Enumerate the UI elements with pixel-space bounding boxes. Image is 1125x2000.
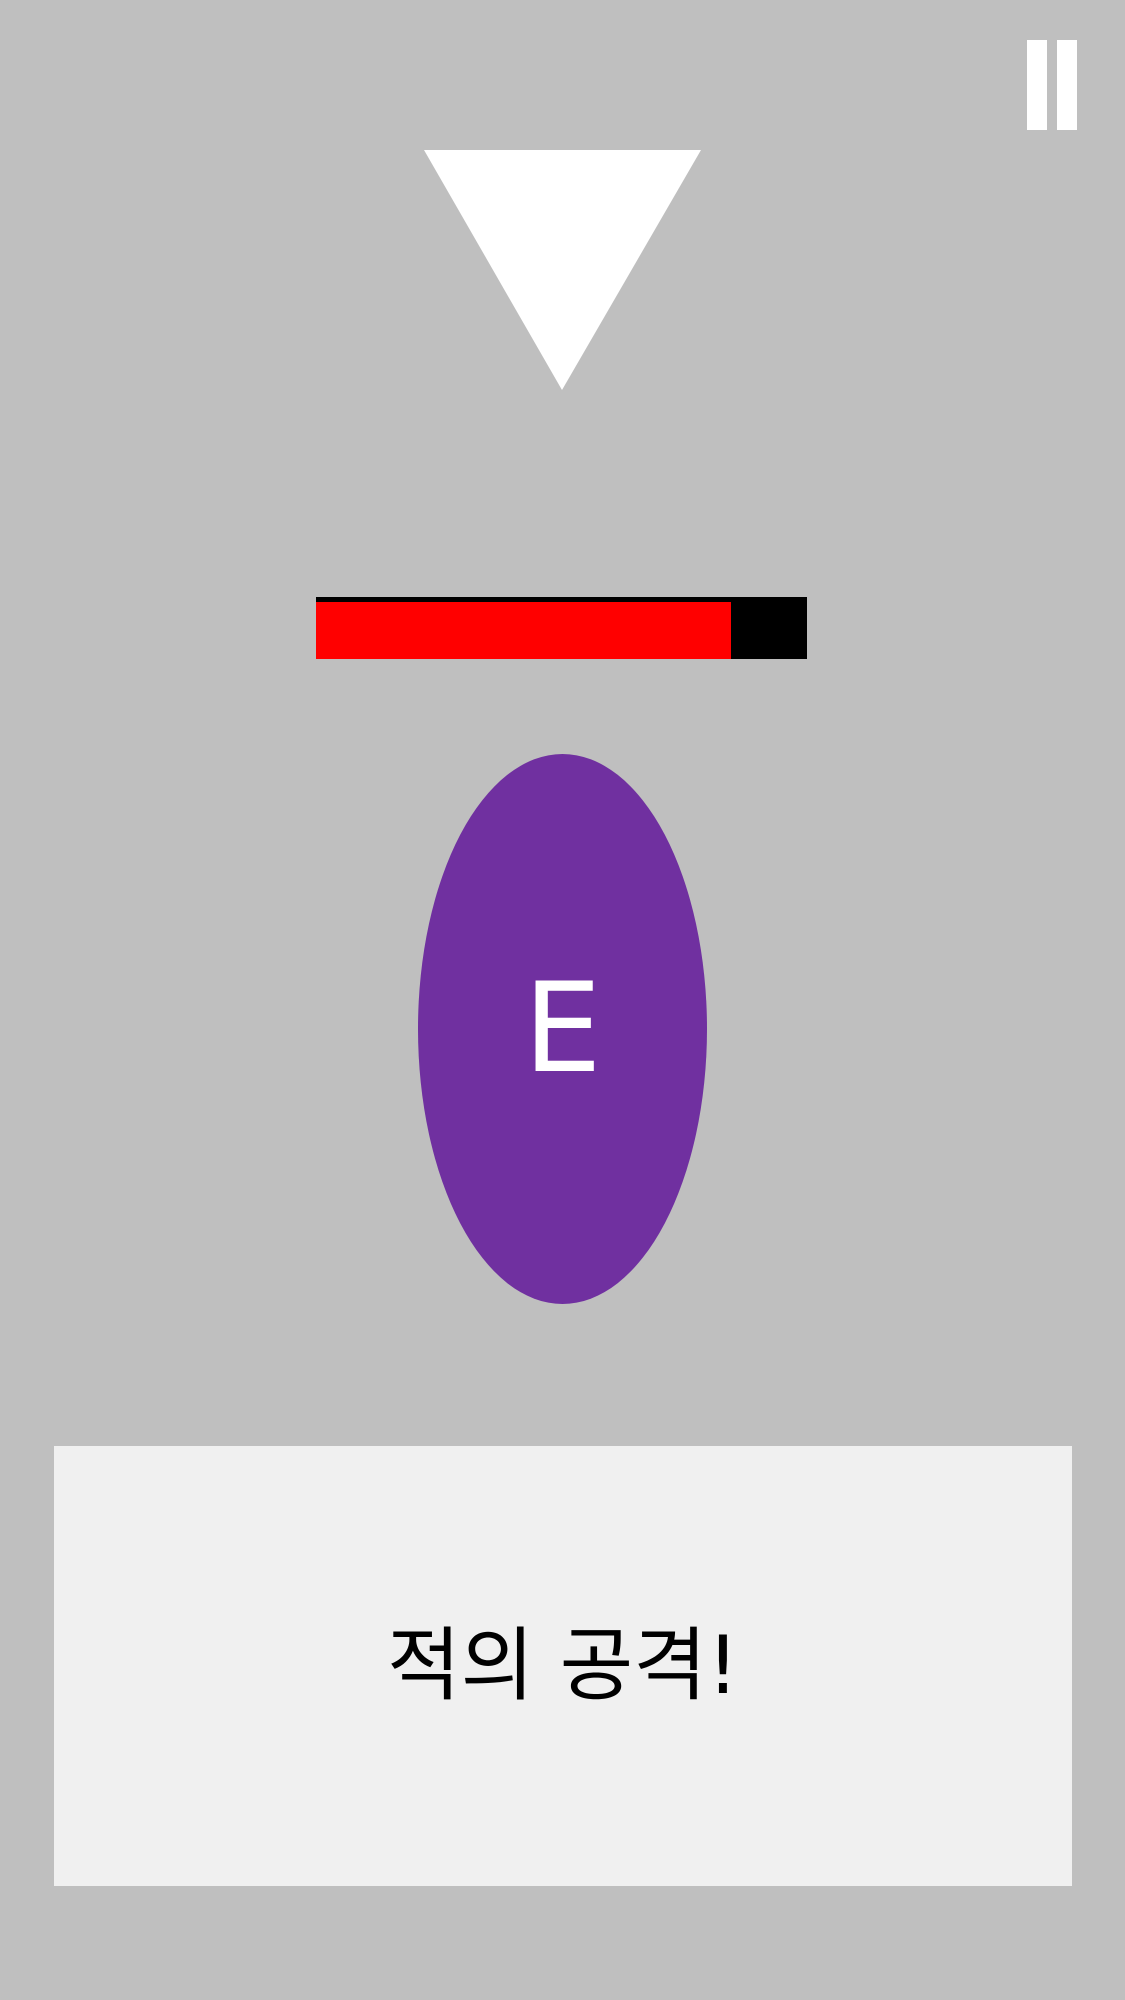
- enemy[interactable]: E: [418, 754, 707, 1304]
- enemy-hp-bar: [316, 597, 807, 659]
- pause-button[interactable]: [1020, 40, 1084, 130]
- pause-icon-bar-left: [1027, 40, 1047, 130]
- enemy-hp-fill: [316, 602, 731, 659]
- down-triangle-icon: [424, 150, 701, 390]
- pause-icon-bar-right: [1057, 40, 1077, 130]
- message-box: 적의 공격!: [54, 1446, 1072, 1886]
- enemy-label: E: [523, 957, 602, 1101]
- message-text: 적의 공격!: [387, 1619, 739, 1712]
